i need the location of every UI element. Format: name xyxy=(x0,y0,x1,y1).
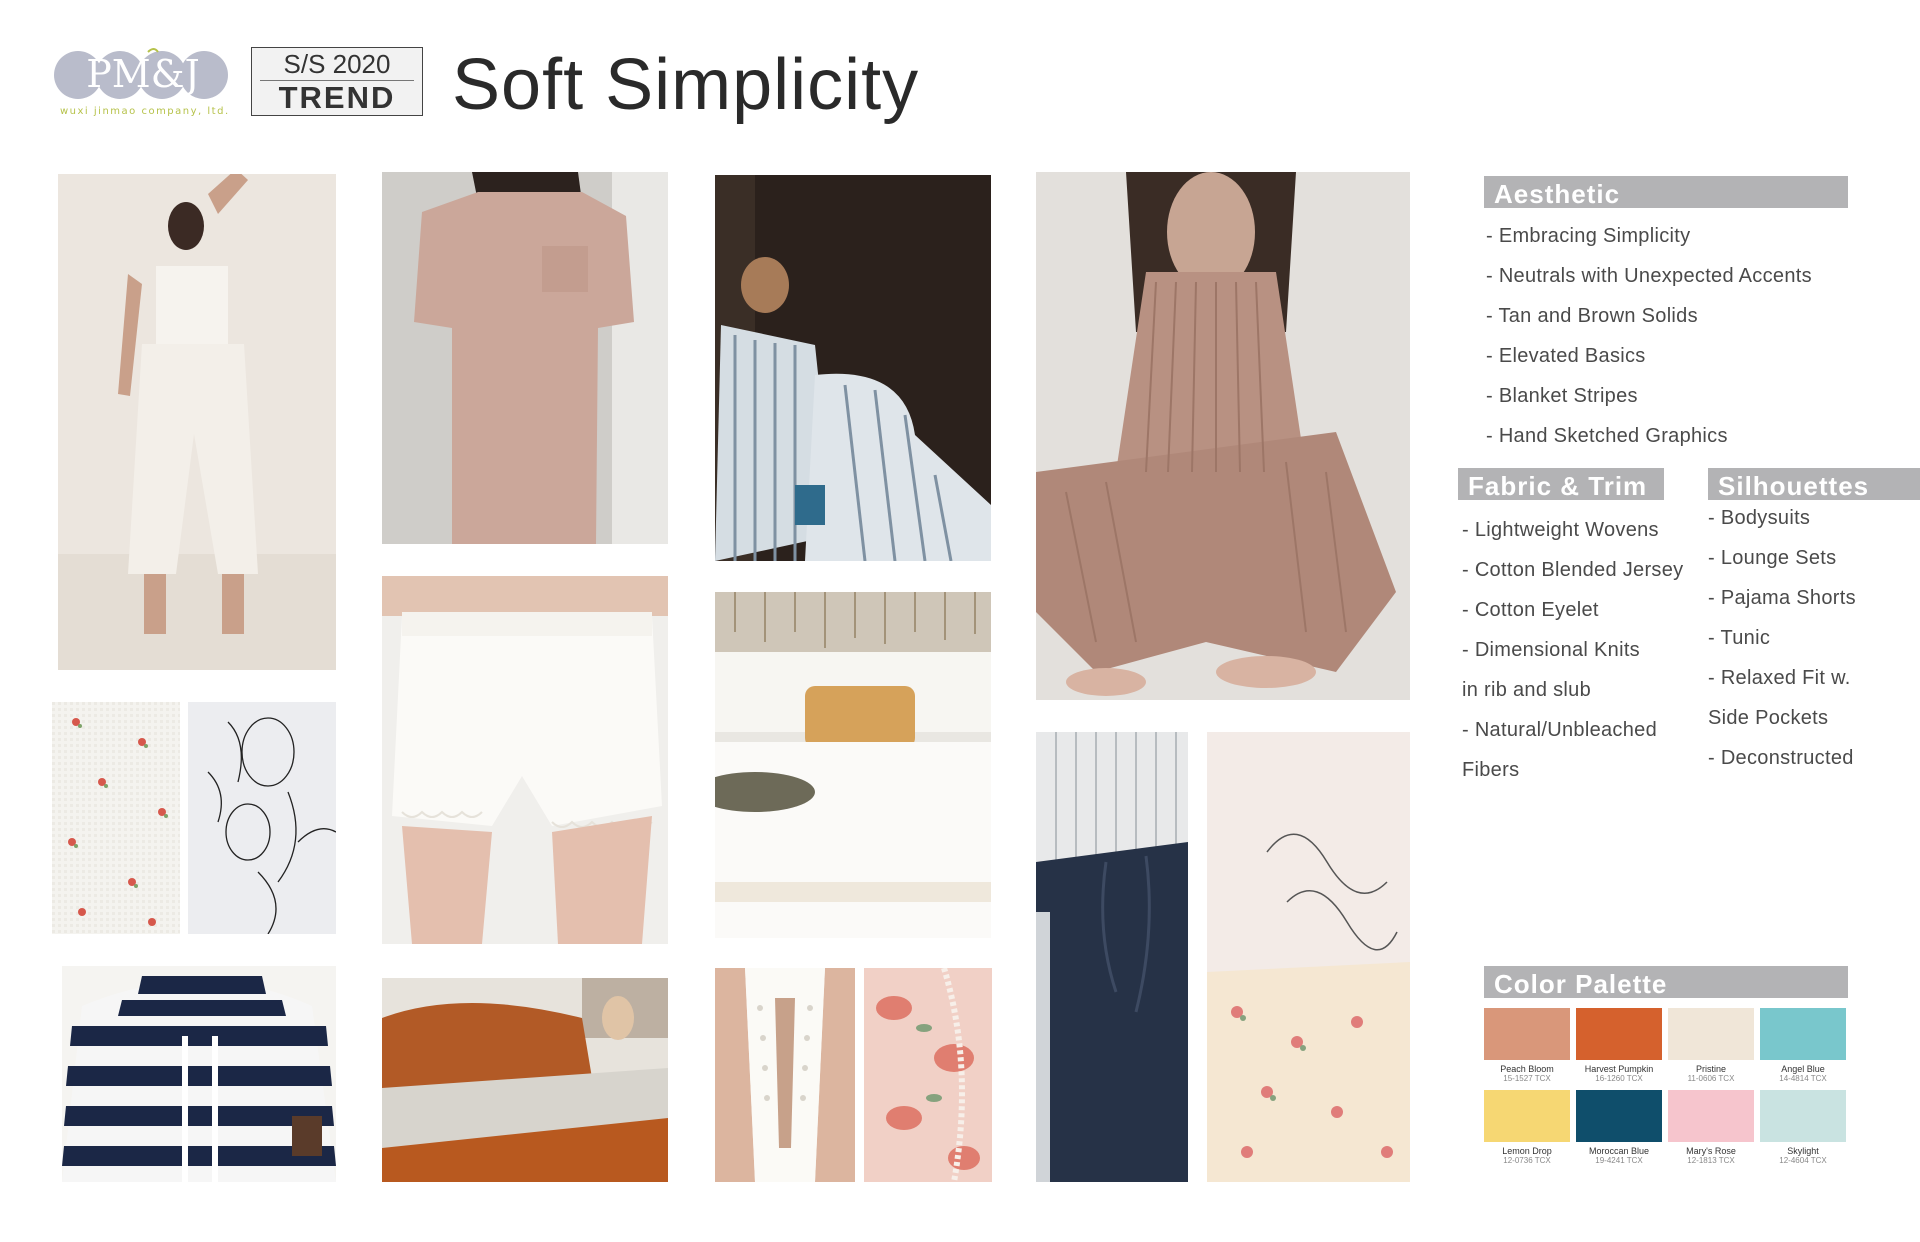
color-code: 12-1813 TCX xyxy=(1687,1156,1735,1165)
list-item: - Deconstructed xyxy=(1708,747,1854,769)
list-item: - Cotton Blended Jersey xyxy=(1462,559,1684,581)
list-item: - Hand Sketched Graphics xyxy=(1486,425,1728,447)
photo-rust-bedding xyxy=(382,978,668,1182)
photo-white-pajama-set xyxy=(58,174,336,670)
list-item: - Natural/Unbleached xyxy=(1462,719,1657,741)
silhouettes-heading: Silhouettes xyxy=(1708,468,1920,500)
list-item: Side Pockets xyxy=(1708,707,1829,729)
logo-text: PM&J xyxy=(86,52,200,96)
aesthetic-heading: Aesthetic xyxy=(1484,176,1848,208)
page-title: Soft Simplicity xyxy=(452,45,920,125)
list-item: - Tan and Brown Solids xyxy=(1486,305,1698,327)
list-item: - Lightweight Wovens xyxy=(1462,519,1659,541)
photo-sketch-lemons xyxy=(188,702,336,934)
color-code: 12-4604 TCX xyxy=(1779,1156,1827,1165)
photo-floral-waffle xyxy=(52,702,180,934)
color-name: Lemon Drop xyxy=(1502,1146,1552,1156)
list-item: - Lounge Sets xyxy=(1708,547,1837,569)
color-swatch xyxy=(1484,1090,1570,1142)
photo-stripe-cowl-top xyxy=(62,966,336,1182)
photo-bedroom-bedding xyxy=(715,592,991,938)
logo-mark: PM&J xyxy=(54,48,228,99)
color-name: Mary's Rose xyxy=(1686,1146,1736,1156)
color-name: Harvest Pumpkin xyxy=(1584,1064,1654,1074)
list-item: - Relaxed Fit w. xyxy=(1708,667,1851,689)
list-item: - Neutrals with Unexpected Accents xyxy=(1486,265,1812,287)
color-swatch xyxy=(1668,1090,1754,1142)
photo-eyelet-back-top xyxy=(715,968,855,1182)
fabric-trim-heading: Fabric & Trim xyxy=(1458,468,1664,500)
season-label: S/S 2020 xyxy=(283,49,391,79)
color-name: Pristine xyxy=(1695,1064,1726,1074)
list-item: - Elevated Basics xyxy=(1486,345,1646,367)
list-item: - Tunic xyxy=(1708,627,1771,649)
color-name: Moroccan Blue xyxy=(1588,1146,1650,1156)
fabric-trim-list: - Lightweight Wovens - Cotton Blended Je… xyxy=(1462,510,1683,790)
color-palette-heading: Color Palette xyxy=(1484,966,1848,998)
season-badge: S/S 2020 TREND xyxy=(251,47,423,116)
color-swatch xyxy=(1484,1008,1570,1060)
color-swatch xyxy=(1576,1008,1662,1060)
color-name: Peach Bloom xyxy=(1500,1064,1554,1074)
color-name: Skylight xyxy=(1787,1146,1819,1156)
list-item: in rib and slub xyxy=(1462,679,1592,701)
color-code: 12-0736 TCX xyxy=(1503,1156,1551,1165)
list-item: - Blanket Stripes xyxy=(1486,385,1638,407)
list-item: Fibers xyxy=(1462,759,1520,781)
photo-pink-floral-lace xyxy=(864,968,992,1182)
list-item: - Embracing Simplicity xyxy=(1486,225,1691,247)
color-swatch xyxy=(1760,1008,1846,1060)
photo-ribbed-lounge-set xyxy=(1036,172,1410,700)
list-item: - Dimensional Knits xyxy=(1462,639,1640,661)
color-code: 19-4241 TCX xyxy=(1595,1156,1643,1165)
photo-striped-pajamas xyxy=(715,175,991,561)
photo-eyelet-shorts xyxy=(382,576,668,944)
list-item: - Cotton Eyelet xyxy=(1462,599,1599,621)
silhouettes-list: - Bodysuits - Lounge Sets - Pajama Short… xyxy=(1708,498,1856,778)
photo-script-tee xyxy=(1207,732,1410,1182)
company-logo: PM&J wuxi jinmao company, ltd. xyxy=(52,44,234,124)
list-item: - Pajama Shorts xyxy=(1708,587,1856,609)
color-code: 15-1527 TCX xyxy=(1503,1074,1551,1083)
list-item: - Bodysuits xyxy=(1708,507,1811,529)
color-code: 11-0606 TCX xyxy=(1687,1074,1735,1083)
trend-label: TREND xyxy=(278,80,396,115)
color-name: Angel Blue xyxy=(1781,1064,1825,1074)
color-swatch xyxy=(1576,1090,1662,1142)
color-code: 14-4814 TCX xyxy=(1779,1074,1827,1083)
color-swatch xyxy=(1760,1090,1846,1142)
photo-tan-tee xyxy=(382,172,668,544)
color-code: 16-1260 TCX xyxy=(1595,1074,1643,1083)
photo-navy-drawstring-pants xyxy=(1036,732,1188,1182)
color-swatch xyxy=(1668,1008,1754,1060)
logo-tagline: wuxi jinmao company, ltd. xyxy=(60,106,230,117)
aesthetic-list: - Embracing Simplicity - Neutrals with U… xyxy=(1486,216,1812,456)
